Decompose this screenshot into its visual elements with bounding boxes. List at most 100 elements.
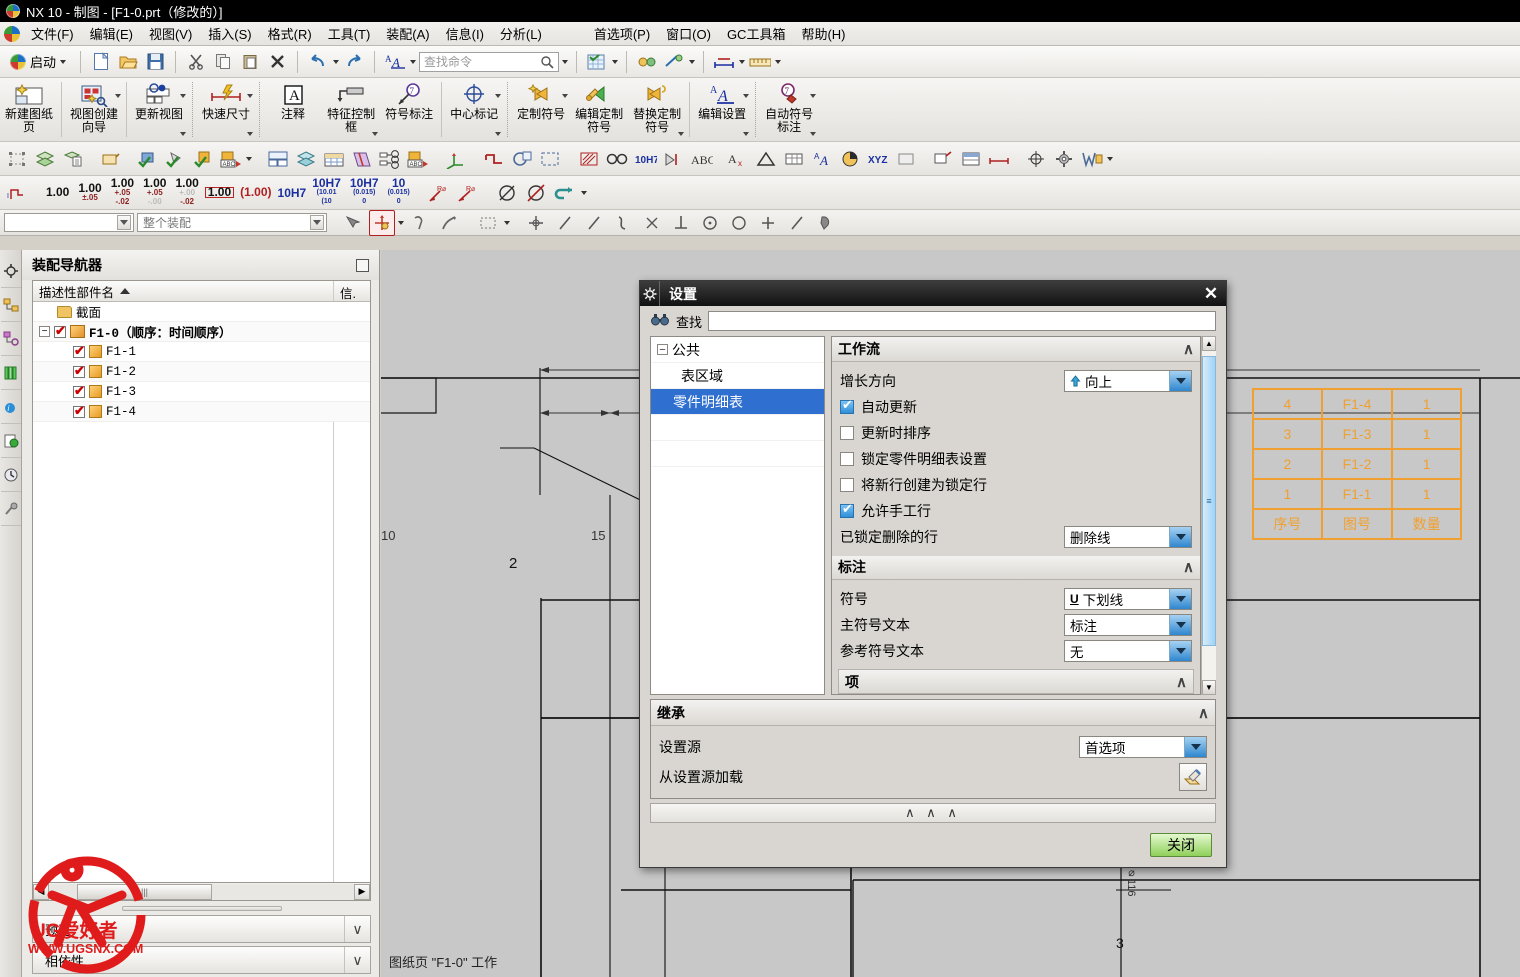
snap-midpoint-icon[interactable]: [581, 210, 607, 236]
resource-settings-icon[interactable]: [0, 254, 21, 288]
ribbon-note[interactable]: A 注释: [264, 80, 322, 139]
ruler-icon[interactable]: [748, 50, 772, 74]
selection-scope-combo[interactable]: 整个装配: [137, 213, 327, 232]
create-locked-rows-checkbox[interactable]: [840, 477, 854, 492]
selection-filter-combo[interactable]: [4, 213, 134, 232]
locked-deleted-rows-combo[interactable]: 删除线: [1064, 525, 1192, 548]
chevron-down-icon[interactable]: [580, 190, 587, 195]
chevron-down-icon-secondary[interactable]: [495, 132, 502, 136]
table-row[interactable]: F1-4: [33, 402, 370, 422]
ribbon-auto-balloon[interactable]: 7 自动符号 标注: [760, 80, 818, 139]
table-page-icon[interactable]: [958, 146, 984, 172]
undo-chevron-down-icon[interactable]: [333, 59, 340, 64]
cut-icon[interactable]: [184, 50, 208, 74]
dimension-edit-icon[interactable]: [986, 146, 1012, 172]
grid-chevron-down-icon[interactable]: [612, 59, 619, 64]
option-allow-manual-rows[interactable]: 允许手工行: [840, 498, 1192, 524]
chevron-down-icon[interactable]: [1169, 589, 1191, 610]
tolerance-h7-icon[interactable]: 10H7: [632, 146, 658, 172]
ruler-chevron-down-icon[interactable]: [775, 59, 782, 64]
part-check-icon[interactable]: [134, 146, 160, 172]
symbol-combo[interactable]: U 下划线: [1064, 588, 1192, 611]
ribbon-rapid-dimension[interactable]: 快速尺寸: [197, 80, 255, 139]
snap-point-icon[interactable]: [523, 210, 549, 236]
chevron-up-icon[interactable]: ∧: [1176, 673, 1187, 691]
layers-icon[interactable]: [32, 146, 58, 172]
tolerance-limits-3[interactable]: 10 (0.015) 0: [385, 177, 413, 207]
balloon-list-icon[interactable]: [377, 146, 403, 172]
resource-recent-icon[interactable]: [0, 458, 21, 492]
chevron-down-icon[interactable]: [504, 220, 510, 225]
view-break-icon[interactable]: [349, 146, 375, 172]
pattern-w-icon[interactable]: [1079, 146, 1105, 172]
tolerance-bilateral-2[interactable]: 1.00 +.05 -.00: [140, 177, 169, 207]
ribbon-replace-custom-symbol[interactable]: 替换定制 符号: [628, 80, 686, 139]
section-header-workflow[interactable]: 工作流 ∧: [832, 337, 1200, 362]
text-abc-icon[interactable]: ABC: [688, 146, 714, 172]
settings-category-tree[interactable]: − 公共 表区域 零件明细表: [650, 336, 825, 695]
pie-chart-icon[interactable]: [837, 146, 863, 172]
grid-snap-icon[interactable]: [585, 50, 609, 74]
view-detail-icon[interactable]: [509, 146, 535, 172]
datum-symbol-icon[interactable]: [660, 146, 686, 172]
tree-item-parts-list[interactable]: 零件明细表: [651, 389, 824, 415]
ribbon-balloon-label[interactable]: 7 符号标注: [380, 80, 438, 139]
load-from-source-button[interactable]: [1179, 763, 1207, 791]
tolerance-bilateral-1[interactable]: 1.00 +.05 -.02: [108, 177, 137, 207]
start-button[interactable]: 启动: [4, 50, 72, 73]
section-header-annotation[interactable]: 标注 ∧: [832, 555, 1200, 581]
scroll-thumb[interactable]: |||: [77, 883, 212, 900]
view-layout-icon[interactable]: [265, 146, 291, 172]
redo-icon[interactable]: [342, 50, 366, 74]
main-symbol-text-combo[interactable]: 标注: [1064, 614, 1192, 637]
dimension-style-icon[interactable]: I: [4, 180, 30, 206]
allow-manual-rows-checkbox[interactable]: [840, 501, 854, 518]
menu-file[interactable]: 文件(F): [24, 21, 81, 46]
chevron-down-icon[interactable]: [1184, 737, 1206, 757]
option-create-new-rows-locked[interactable]: 将新行创建为锁定行: [840, 472, 1192, 498]
chevron-down-icon-secondary[interactable]: [247, 132, 254, 136]
radius-leader-icon[interactable]: R⌀: [426, 180, 452, 206]
menu-preferences[interactable]: 首选项(P): [587, 21, 657, 46]
scroll-track[interactable]: |||: [49, 883, 354, 900]
scroll-thumb[interactable]: ≡: [1202, 356, 1216, 646]
option-lock-parts-list-settings[interactable]: 锁定零件明细表设置: [840, 446, 1192, 472]
settings-dialog[interactable]: 设置 ✕ 查找 − 公共 表区域 零件明细表 工作流 ∧ 增长方向 向上 ✔ 自…: [639, 280, 1227, 868]
tree-horizontal-scrollbar[interactable]: ◀ ||| ▶: [32, 883, 371, 901]
chevron-down-icon-secondary[interactable]: [743, 132, 750, 136]
find-chevron-down-icon[interactable]: [562, 59, 569, 64]
hatch-icon[interactable]: [576, 146, 602, 172]
ribbon-edit-custom-symbol[interactable]: 编辑定制 符号: [570, 80, 628, 139]
table-row[interactable]: F1-1: [33, 342, 370, 362]
scroll-down-icon[interactable]: ▼: [1202, 680, 1216, 695]
spectacles-icon[interactable]: [604, 146, 630, 172]
ribbon-view-creation-wizard[interactable]: 视图创建 向导: [65, 80, 123, 139]
table-view-icon[interactable]: [321, 146, 347, 172]
chevron-down-icon[interactable]: [1169, 370, 1191, 391]
snap-tangent-icon[interactable]: [784, 210, 810, 236]
ribbon-update-views[interactable]: 更新视图: [130, 80, 188, 139]
chevron-down-icon[interactable]: [562, 94, 569, 98]
section-line-icon[interactable]: [481, 146, 507, 172]
paste-icon[interactable]: [238, 50, 262, 74]
scroll-up-icon[interactable]: ▲: [1202, 336, 1216, 351]
chevron-down-icon-secondary[interactable]: [180, 132, 187, 136]
resource-assembly-navigator-icon[interactable]: [0, 288, 21, 322]
text-italic-icon[interactable]: AA: [809, 146, 835, 172]
layer-settings-icon[interactable]: [60, 146, 86, 172]
ribbon-center-mark[interactable]: 中心标记: [445, 80, 503, 139]
select-edge-icon[interactable]: [436, 210, 462, 236]
chevron-down-icon[interactable]: [1107, 156, 1113, 161]
scroll-left-icon[interactable]: ◀: [33, 883, 49, 900]
ribbon-feature-control-frame[interactable]: 特征控制 框: [322, 80, 380, 139]
chevron-down-icon[interactable]: [743, 94, 750, 98]
text-style-icon[interactable]: AA: [383, 50, 407, 74]
style-chevron-down-icon[interactable]: [410, 59, 417, 64]
option-sort-on-update[interactable]: 更新时排序: [840, 420, 1192, 446]
text-x-icon[interactable]: Ax: [725, 146, 751, 172]
menu-insert[interactable]: 插入(S): [201, 21, 258, 46]
assembly-constraint-icon[interactable]: [635, 50, 659, 74]
resource-roles-icon[interactable]: [0, 492, 21, 526]
diameter-slash-icon[interactable]: [494, 180, 520, 206]
dimension-tool-icon[interactable]: [712, 50, 736, 74]
